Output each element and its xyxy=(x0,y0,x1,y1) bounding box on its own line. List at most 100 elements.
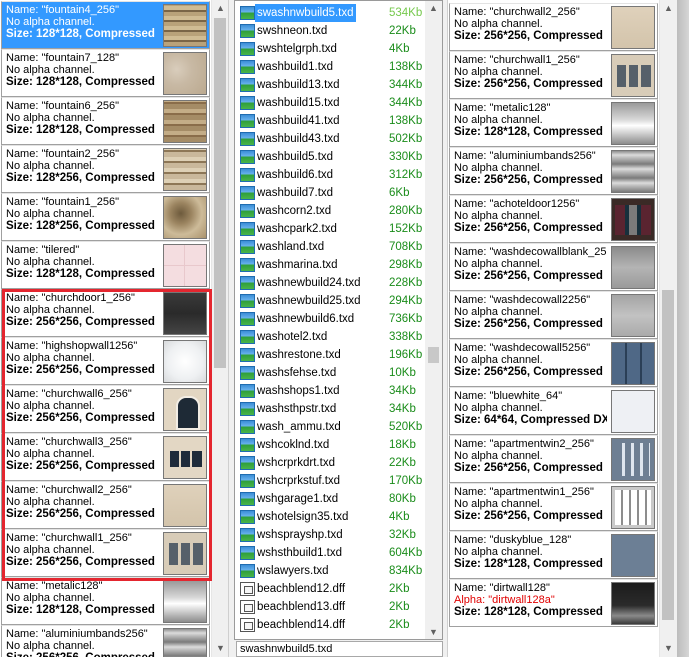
file-row[interactable]: wslawyers.txd 834Kb xyxy=(235,562,425,580)
file-row[interactable]: washcpark2.txd 152Kb xyxy=(235,220,425,238)
image-icon xyxy=(240,312,255,326)
file-row[interactable]: wshgarage1.txd 80Kb xyxy=(235,490,425,508)
texture-alpha: No alpha channel. xyxy=(6,16,95,28)
file-row[interactable]: washbuild13.txd 344Kb xyxy=(235,76,425,94)
scroll-up-icon[interactable]: ▲ xyxy=(212,0,228,17)
file-row[interactable]: swshtelgrph.txd 4Kb xyxy=(235,40,425,58)
file-row[interactable]: wshsthbuild1.txd 604Kb xyxy=(235,544,425,562)
file-row[interactable]: washcorn2.txd 280Kb xyxy=(235,202,425,220)
file-row[interactable]: swashnwbuild5.txd 534Kb xyxy=(235,4,425,22)
texture-item[interactable]: Name: "fountain2_256" No alpha channel. Si… xyxy=(1,145,210,193)
texture-thumbnail xyxy=(163,532,207,575)
file-row[interactable]: beachblend13.dff 2Kb xyxy=(235,598,425,616)
left-scrollbar[interactable]: ▲ ▼ xyxy=(211,0,228,657)
texture-item[interactable]: Name: "bluewhite_64" No alpha channel. Siz… xyxy=(449,387,658,435)
texture-list-right[interactable]: Name: "churchwall2_256" No alpha channel.… xyxy=(447,0,676,657)
file-list-scrollbar[interactable]: ▲ ▼ xyxy=(425,1,442,639)
texture-size: Size: 256*256, Compressed xyxy=(454,78,603,90)
model-file-icon xyxy=(240,582,255,596)
scroll-down-icon[interactable]: ▼ xyxy=(425,627,442,637)
scroll-down-icon[interactable]: ▼ xyxy=(212,640,228,657)
texture-item[interactable]: Name: "churchwall2_256" No alpha channel.… xyxy=(1,481,210,529)
texture-item[interactable]: Name: "churchwall1_256" No alpha channel.… xyxy=(449,51,658,99)
texture-item[interactable]: Name: "apartmentwin1_256" No alpha channe… xyxy=(449,483,658,531)
texture-item[interactable]: Name: "duskyblue_128" No alpha channel. Si… xyxy=(449,531,658,579)
texture-thumbnail xyxy=(163,436,207,479)
file-row[interactable]: washnewbuild24.txd 228Kb xyxy=(235,274,425,292)
file-row[interactable]: wshsprayshp.txd 32Kb xyxy=(235,526,425,544)
texture-item[interactable]: Name: "churchwall3_256" No alpha channel.… xyxy=(1,433,210,481)
texture-item[interactable]: Name: "fountain6_256" No alpha channel. Si… xyxy=(1,97,210,145)
file-size: 18Kb xyxy=(389,439,416,451)
file-row[interactable]: washbuild41.txd 138Kb xyxy=(235,112,425,130)
texture-item[interactable]: Name: "fountain4_256" No alpha channel. Si… xyxy=(1,1,210,49)
file-row[interactable]: washbuild6.txd 312Kb xyxy=(235,166,425,184)
file-row[interactable]: washbuild43.txd 502Kb xyxy=(235,130,425,148)
file-row[interactable]: wshcoklnd.txd 18Kb xyxy=(235,436,425,454)
texture-item[interactable]: Name: "apartmentwin2_256" No alpha channe… xyxy=(449,435,658,483)
file-row[interactable]: beachblend12.dff 2Kb xyxy=(235,580,425,598)
texture-name: Name: "apartmentwin1_256" xyxy=(454,486,594,498)
left-scroll-thumb[interactable] xyxy=(214,18,226,368)
texture-item[interactable]: Name: "highshopwall1256" No alpha channel… xyxy=(1,337,210,385)
texture-list-left[interactable]: Name: "fountain4_256" No alpha channel. Si… xyxy=(0,0,229,657)
texture-item[interactable]: Name: "churchwall2_256" No alpha channel.… xyxy=(449,3,658,51)
file-list-pane[interactable]: swashnwbuild5.txd 534Kb swshneon.txd 22Kb sw… xyxy=(234,0,443,640)
texture-item[interactable]: Name: "churchwall6_256" No alpha channel.… xyxy=(1,385,210,433)
texture-item[interactable]: Name: "churchwall1_256" No alpha channel.… xyxy=(1,529,210,577)
texture-item[interactable]: Name: "tilered" No alpha channel. Size: 12… xyxy=(1,241,210,289)
texture-item[interactable]: Name: "metalic128" No alpha channel. Size:… xyxy=(449,99,658,147)
file-row[interactable]: washrestone.txd 196Kb xyxy=(235,346,425,364)
file-row[interactable]: swshneon.txd 22Kb xyxy=(235,22,425,40)
texture-item[interactable]: Name: "aluminiumbands256" No alpha channe… xyxy=(1,625,210,657)
file-row[interactable]: wshcrprkdrt.txd 22Kb xyxy=(235,454,425,472)
right-scrollbar[interactable]: ▲ ▼ xyxy=(659,0,676,657)
scroll-up-icon[interactable]: ▲ xyxy=(425,3,442,13)
file-row[interactable]: wash_ammu.txd 520Kb xyxy=(235,418,425,436)
file-row[interactable]: washnewbuild6.txd 736Kb xyxy=(235,310,425,328)
file-name: beachblend14.dff xyxy=(257,619,346,631)
file-row[interactable]: washbuild1.txd 138Kb xyxy=(235,58,425,76)
file-row[interactable]: washotel2.txd 338Kb xyxy=(235,328,425,346)
file-row[interactable]: wshotelsign35.txd 4Kb xyxy=(235,508,425,526)
texture-item[interactable]: Name: "achoteldoor1256" No alpha channel.… xyxy=(449,195,658,243)
file-list-scroll-thumb[interactable] xyxy=(428,347,439,363)
texture-alpha: No alpha channel. xyxy=(454,18,543,30)
texture-size: Size: 256*256, Compressed xyxy=(6,652,159,657)
file-row[interactable]: washsthpstr.txd 34Kb xyxy=(235,400,425,418)
file-row[interactable]: washbuild5.txd 330Kb xyxy=(235,148,425,166)
image-icon xyxy=(240,222,255,236)
scroll-down-icon[interactable]: ▼ xyxy=(660,640,676,657)
texture-item[interactable]: Name: "aluminiumbands256" No alpha channe… xyxy=(449,147,658,195)
texture-item[interactable]: Name: "fountain7_128" No alpha channel. Si… xyxy=(1,49,210,97)
file-row[interactable]: washbuild7.txd 6Kb xyxy=(235,184,425,202)
texture-name: Name: "tilered" xyxy=(6,244,80,256)
texture-item[interactable]: Name: "churchdoor1_256" No alpha channel.… xyxy=(1,289,210,337)
texture-size: Size: 128*256, Compressed xyxy=(6,172,155,184)
texture-item[interactable]: Name: "metalic128" No alpha channel. Size:… xyxy=(1,577,210,625)
file-row[interactable]: washsfehse.txd 10Kb xyxy=(235,364,425,382)
current-file-field[interactable]: swashnwbuild5.txd xyxy=(236,641,443,657)
texture-size: Size: 256*256, Compressed xyxy=(6,460,155,472)
texture-thumbnail xyxy=(163,580,207,623)
file-row[interactable]: washshops1.txd 34Kb xyxy=(235,382,425,400)
scroll-up-icon[interactable]: ▲ xyxy=(660,0,676,17)
file-row[interactable]: washbuild15.txd 344Kb xyxy=(235,94,425,112)
texture-item[interactable]: Name: "fountain1_256" No alpha channel. Si… xyxy=(1,193,210,241)
file-row[interactable]: washnewbuild25.txd 294Kb xyxy=(235,292,425,310)
file-row[interactable]: washland.txd 708Kb xyxy=(235,238,425,256)
texture-item[interactable]: Name: "dirtwall128" Alpha: "dirtwall128a"… xyxy=(449,579,658,627)
image-icon xyxy=(240,330,255,344)
texture-name: Name: "churchwall1_256" xyxy=(454,54,580,66)
texture-item[interactable]: Name: "washdecowall2256" No alpha channel… xyxy=(449,291,658,339)
file-row[interactable]: beachblend14.dff 2Kb xyxy=(235,616,425,634)
texture-items-left: Name: "fountain4_256" No alpha channel. Si… xyxy=(0,1,212,657)
file-name: wslawyers.txd xyxy=(257,565,329,577)
texture-item[interactable]: Name: "washdecowall5256" No alpha channel… xyxy=(449,339,658,387)
file-row[interactable]: washmarina.txd 298Kb xyxy=(235,256,425,274)
file-name: washland.txd xyxy=(257,241,325,253)
texture-alpha: No alpha channel. xyxy=(6,496,95,508)
right-scroll-thumb[interactable] xyxy=(662,290,674,620)
file-row[interactable]: wshcrprkstuf.txd 170Kb xyxy=(235,472,425,490)
texture-item[interactable]: Name: "washdecowallblank_256" No alpha ch… xyxy=(449,243,658,291)
